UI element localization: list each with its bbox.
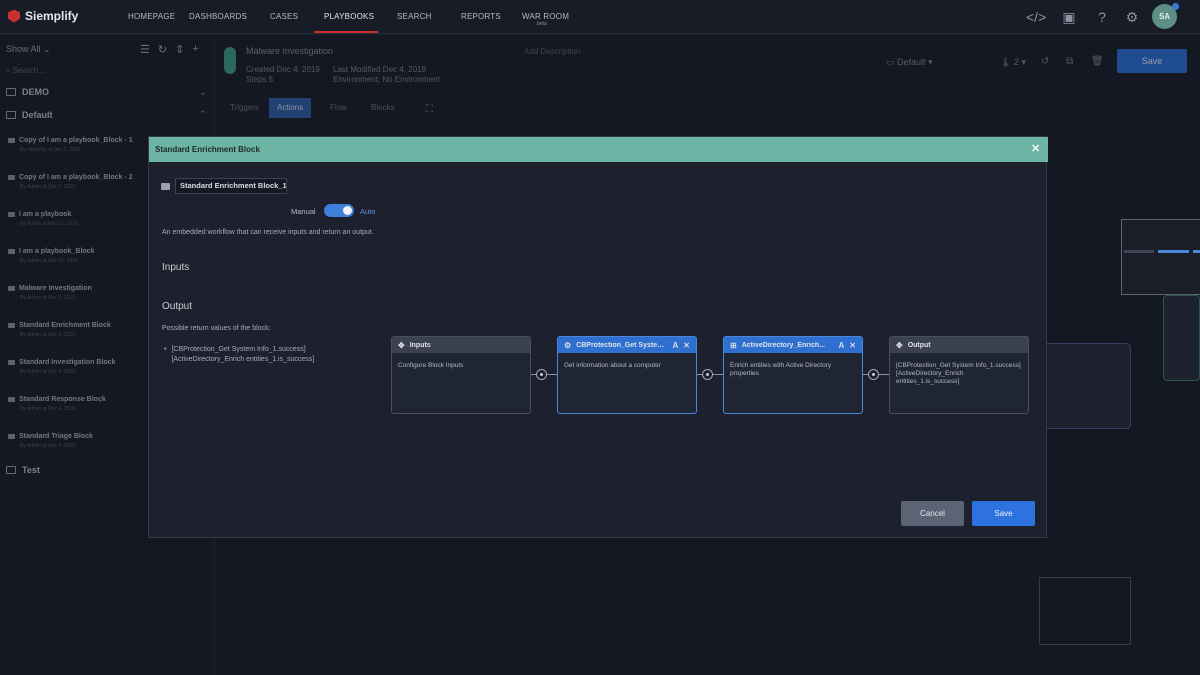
nav-cases[interactable]: CASES <box>270 12 298 21</box>
gear-icon: ⚙ <box>564 340 572 350</box>
code-icon[interactable]: </> <box>1026 9 1046 25</box>
node-title: Output <box>907 341 931 349</box>
save-button[interactable]: Save <box>972 501 1035 526</box>
close-icon[interactable]: ✕ <box>849 341 856 350</box>
windows-icon: ⊞ <box>730 340 737 350</box>
cancel-button[interactable]: Cancel <box>901 501 964 526</box>
flow-node-activedirectory[interactable]: ⊞ ActiveDirectory_Enrich... A ✕ Enrich enti… <box>723 336 863 414</box>
connector-add-icon[interactable] <box>702 369 713 380</box>
output-subtitle: Possible return values of the block: <box>162 325 271 332</box>
output-heading: Output <box>162 301 193 312</box>
node-body: Configure Block Inputs <box>398 362 464 369</box>
nav-playbooks[interactable]: PLAYBOOKS <box>324 12 374 21</box>
text-icon[interactable]: A <box>839 341 845 350</box>
bullet: • <box>164 346 167 353</box>
node-title: CBProtection_Get System... <box>576 341 668 349</box>
settings-icon[interactable]: ⚙ <box>1124 9 1140 25</box>
node-body: Get information about a computer <box>564 362 661 369</box>
nav-search[interactable]: SEARCH <box>397 12 432 21</box>
block-description: An embedded workflow that can receive in… <box>162 229 374 236</box>
block-editor-modal: Standard Enrichment Block ✕ Standard Enr… <box>148 136 1200 539</box>
connector-add-icon[interactable] <box>536 369 547 380</box>
app-name: Siemplify <box>25 9 79 23</box>
modal-header: Standard Enrichment Block ✕ <box>149 137 1048 162</box>
node-title: Inputs <box>409 341 431 349</box>
manual-label: Manual <box>291 207 316 216</box>
manual-auto-toggle[interactable] <box>324 204 354 217</box>
return-values-list: • [CBProtection_Get System Info_1.success… <box>164 345 331 365</box>
move-icon: ✥ <box>896 340 903 350</box>
notification-badge <box>1172 3 1179 10</box>
war-room-beta-label: beta <box>537 21 547 27</box>
nav-dashboards[interactable]: DASHBOARDS <box>189 12 247 21</box>
nav-war-room[interactable]: WAR ROOM <box>522 12 569 21</box>
connector-add-icon[interactable] <box>868 369 879 380</box>
media-icon[interactable]: ▣ <box>1061 9 1077 25</box>
block-name-input[interactable]: Standard Enrichment Block_1 <box>175 178 287 194</box>
flow-node-output[interactable]: ✥ Output [CBProtection_Get System Info_1.… <box>889 336 1029 414</box>
block-settings-panel: Standard Enrichment Block_1 Manual Auto … <box>149 162 387 539</box>
modal-title: Standard Enrichment Block <box>155 145 260 154</box>
close-icon[interactable]: ✕ <box>683 341 690 350</box>
text-icon[interactable]: A <box>673 341 679 350</box>
nav-homepage[interactable]: HOMEPAGE <box>128 12 175 21</box>
app-logo[interactable]: Siemplify <box>8 9 78 23</box>
block-flow-canvas[interactable]: ✥ Inputs Configure Block Inputs ⚙ CBProtec… <box>387 162 1200 539</box>
node-body: Enrich entities with Active Directory pr… <box>730 362 832 377</box>
node-title: ActiveDirectory_Enrich... <box>741 341 825 349</box>
nav-reports[interactable]: REPORTS <box>461 12 501 21</box>
nav-active-indicator <box>314 31 378 33</box>
move-icon: ✥ <box>398 340 405 350</box>
flow-minimap[interactable] <box>1121 219 1200 295</box>
top-nav: Siemplify HOMEPAGE DASHBOARDS CASES PLAY… <box>0 0 1200 34</box>
flow-node-inputs[interactable]: ✥ Inputs Configure Block Inputs <box>391 336 531 414</box>
help-icon[interactable]: ? <box>1094 9 1110 25</box>
node-body: [CBProtection_Get System Info_1.success]… <box>896 362 1021 385</box>
siemplify-logo-icon <box>8 9 20 23</box>
auto-label: Auto <box>360 207 376 216</box>
flow-node-cbprotection[interactable]: ⚙ CBProtection_Get System... A ✕ Get inform… <box>557 336 697 414</box>
inputs-heading: Inputs <box>162 262 190 273</box>
block-icon <box>161 182 170 190</box>
close-icon[interactable]: ✕ <box>1031 142 1040 155</box>
return-values: [CBProtection_Get System Info_1.success]… <box>171 346 315 363</box>
